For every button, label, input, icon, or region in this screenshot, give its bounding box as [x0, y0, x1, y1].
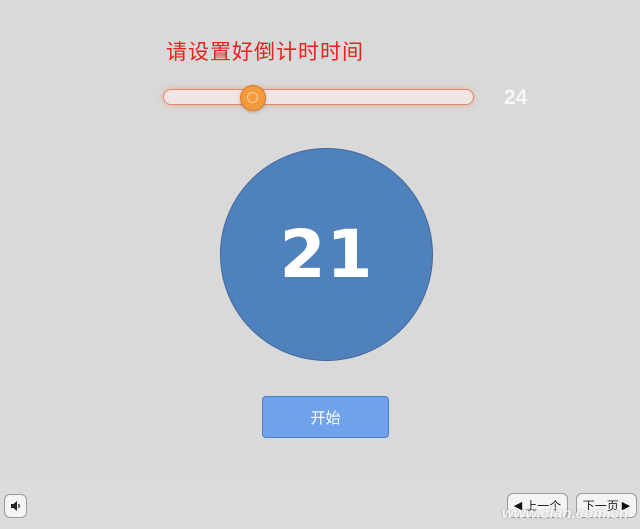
slide-canvas: 请设置好倒计时时间 24 21 开始: [0, 0, 640, 480]
timer-slider-track[interactable]: [163, 89, 474, 105]
watermark: www.cfan.com.cn: [502, 505, 629, 522]
timer-slider-handle[interactable]: [240, 85, 266, 111]
countdown-number: 21: [279, 216, 374, 293]
sound-button[interactable]: [4, 494, 27, 518]
page-title: 请设置好倒计时时间: [166, 40, 364, 64]
speaker-icon: [10, 501, 20, 511]
slider-value-label: 24: [504, 86, 528, 109]
countdown-circle: 21: [220, 148, 433, 361]
start-button[interactable]: 开始: [262, 396, 389, 438]
